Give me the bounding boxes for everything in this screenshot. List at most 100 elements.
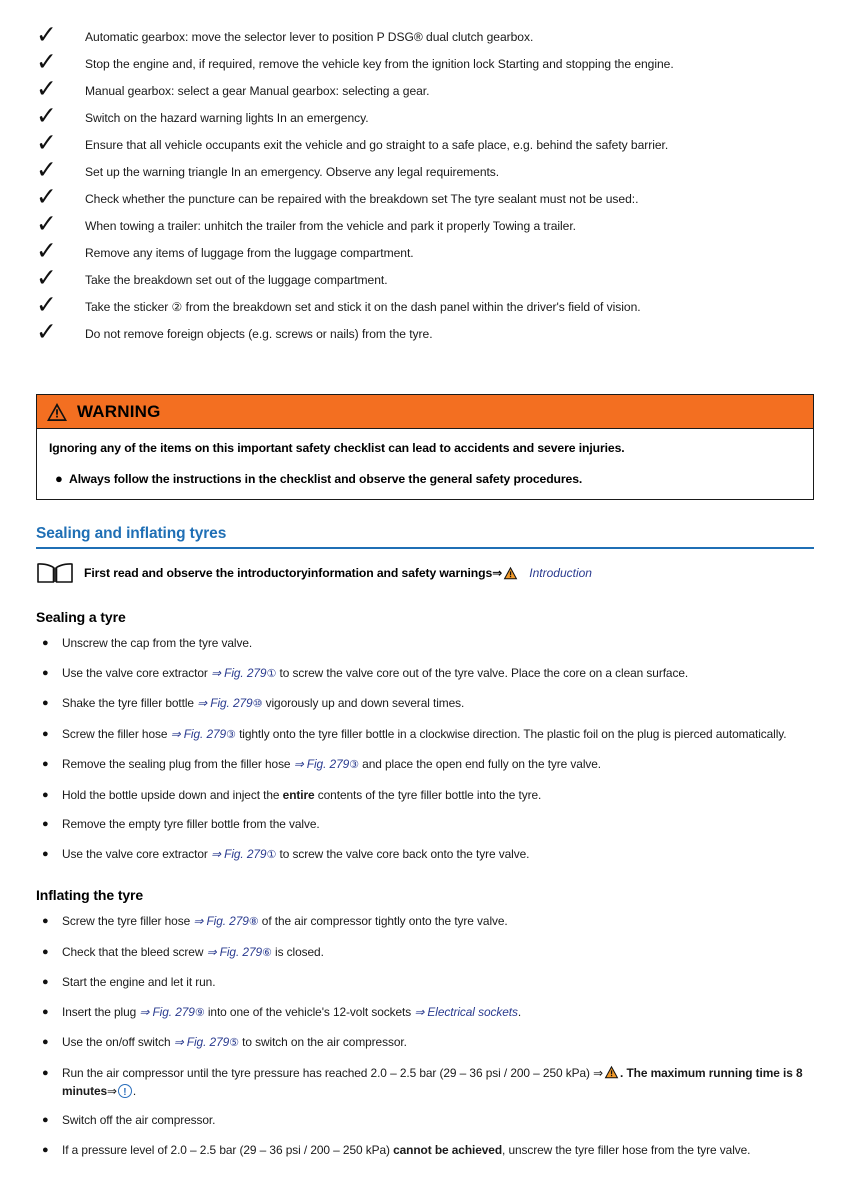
figure-reference[interactable]: ⇒ Fig. 279③: [294, 757, 359, 771]
checklist-item-text: Do not remove foreign objects (e.g. scre…: [85, 327, 433, 341]
warning-triangle-icon: [46, 402, 68, 422]
step-text-cont: of the air compressor tightly onto the t…: [258, 914, 508, 928]
list-item: ● If a pressure level of 2.0 – 2.5 bar (2…: [40, 1141, 815, 1159]
list-item: ● Use the valve core extractor ⇒ Fig. 279…: [40, 845, 815, 864]
checklist-item-text: Automatic gearbox: move the selector lev…: [85, 30, 534, 44]
list-item-text: Use the valve core extractor ⇒ Fig. 279①…: [62, 664, 815, 683]
list-item-text: Unscrew the cap from the tyre valve.: [62, 634, 815, 652]
bullet-marker: ●: [42, 1005, 49, 1018]
step-text-cont: into one of the vehicle's 12-volt socket…: [204, 1004, 415, 1019]
list-item-text: Use the valve core extractor ⇒ Fig. 279①…: [62, 845, 815, 864]
bullet-marker: ●: [42, 788, 49, 801]
list-item-text: If a pressure level of 2.0 – 2.5 bar (29…: [62, 1141, 815, 1159]
warning-box: WARNING Ignoring any of the items on thi…: [36, 394, 814, 500]
warning-body: Ignoring any of the items on this import…: [37, 429, 813, 499]
checklist-item-text: Remove any items of luggage from the lug…: [85, 246, 414, 260]
checklist-item: ✓ Automatic gearbox: move the selector le…: [36, 21, 816, 51]
list-item: ● Remove the empty tyre filler bottle fro…: [40, 815, 815, 833]
step-text-cont: to screw the valve core back onto the ty…: [276, 846, 530, 861]
bullet-marker: ●: [55, 471, 63, 486]
list-item: ● Screw the filler hose ⇒ Fig. 279③ tight…: [40, 725, 815, 744]
step-text-cont: tightly onto the tyre filler bottle in a…: [235, 726, 787, 741]
safety-checklist: ✓ Automatic gearbox: move the selector le…: [36, 21, 816, 348]
bullet-marker: ●: [42, 758, 49, 770]
figure-reference[interactable]: ⇒ Fig. 279①: [211, 666, 276, 680]
step-text: Start the engine and let it run.: [62, 975, 216, 989]
list-item-text: Insert the plug ⇒ Fig. 279⑨ into one of …: [62, 1003, 815, 1022]
warning-bullet-text: Always follow the instructions in the ch…: [69, 472, 583, 486]
checklist-item: ✓ Take the sticker ② from the breakdown s…: [36, 290, 816, 321]
list-item: ● Insert the plug ⇒ Fig. 279⑨ into one of…: [40, 1003, 815, 1022]
bullet-marker: ●: [42, 1114, 49, 1126]
emphasis-text: entire: [282, 787, 315, 802]
figure-reference[interactable]: ⇒ Fig. 279⑧: [193, 914, 258, 928]
inflating-steps-list: ● Screw the tyre filler hose ⇒ Fig. 279⑧ …: [40, 912, 815, 1170]
list-item-text: Switch off the air compressor.: [62, 1111, 815, 1129]
bullet-marker: ●: [42, 1036, 49, 1048]
list-item-text: Screw the filler hose ⇒ Fig. 279③ tightl…: [62, 725, 815, 744]
checklist-item-text: When towing a trailer: unhitch the trail…: [85, 219, 576, 233]
cross-reference-link[interactable]: ⇒ Electrical sockets: [414, 1005, 518, 1019]
checklist-item: ✓ Manual gearbox: select a gear Manual ge…: [36, 75, 816, 105]
warning-bullet-item: ● Always follow the instructions in the …: [49, 471, 801, 487]
figure-reference[interactable]: ⇒ Fig. 279⑥: [207, 945, 272, 959]
list-item: ● Remove the sealing plug from the filler…: [40, 755, 815, 774]
intro-note-text: First read and observe the introductoryi…: [84, 566, 493, 580]
checklist-item: ✓ Take the breakdown set out of the lugga…: [36, 263, 816, 294]
list-item: ● Run the air compressor until the tyre p…: [40, 1064, 815, 1102]
bullet-marker: ●: [42, 727, 49, 740]
step-text-cont: contents of the tyre filler bottle into …: [314, 787, 542, 802]
checklist-item-text: Take the breakdown set out of the luggag…: [85, 273, 388, 287]
list-item: ● Unscrew the cap from the tyre valve.: [40, 634, 815, 652]
list-item-text: Use the on/off switch ⇒ Fig. 279⑤ to swi…: [62, 1033, 815, 1052]
intro-note: First read and observe the introductoryi…: [36, 561, 592, 585]
intro-arrow: ⇒: [492, 566, 503, 580]
checklist-item-text: Switch on the hazard warning lights In a…: [85, 111, 369, 125]
bullet-marker: ●: [42, 945, 49, 958]
step-text: Shake the tyre filler bottle: [62, 696, 198, 710]
step-text-cont: is closed.: [271, 944, 324, 959]
open-book-icon: [36, 561, 74, 585]
checklist-item: ✓ Stop the engine and, if required, remov…: [36, 47, 816, 78]
section-rule: [36, 547, 814, 549]
check-mark-icon: ✓: [36, 47, 57, 76]
checklist-item: ✓ When towing a trailer: unhitch the trai…: [36, 209, 816, 240]
subheading-inflating-the-tyre: Inflating the tyre: [36, 887, 144, 903]
info-circle-icon: [117, 1083, 132, 1102]
warning-lead-text: Ignoring any of the items on this import…: [49, 441, 625, 455]
list-item: ● Switch off the air compressor.: [40, 1111, 815, 1129]
list-item-text: Hold the bottle upside down and inject t…: [62, 786, 815, 804]
figure-reference[interactable]: ⇒ Fig. 279③: [171, 727, 236, 741]
check-mark-icon: ✓: [36, 209, 57, 238]
figure-reference[interactable]: ⇒ Fig. 279⑨: [139, 1005, 204, 1019]
step-text: Use the valve core extractor: [62, 665, 212, 680]
list-item-text: Remove the sealing plug from the filler …: [62, 755, 815, 774]
figure-reference[interactable]: ⇒ Fig. 279①: [211, 847, 276, 861]
bullet-marker: ●: [42, 818, 49, 830]
figure-reference[interactable]: ⇒ Fig. 279⑩: [197, 696, 262, 710]
sealing-steps-list: ● Unscrew the cap from the tyre valve. ● Us…: [40, 634, 815, 875]
checklist-item-text: Take the sticker ② from the breakdown se…: [85, 300, 641, 314]
intro-note-link[interactable]: Introduction: [529, 566, 592, 580]
check-mark-icon: ✓: [36, 263, 57, 292]
list-item: ● Start the engine and let it run.: [40, 973, 815, 991]
step-text-tail: .: [132, 1083, 137, 1098]
checklist-item: ✓ Set up the warning triangle In an emerg…: [36, 155, 816, 186]
section-title: Sealing and inflating tyres: [36, 525, 227, 542]
step-text: Check that the bleed screw: [62, 944, 207, 959]
step-text-cont: , unscrew the tyre filler hose from the …: [502, 1142, 751, 1157]
check-mark-icon: ✓: [36, 128, 57, 157]
reference-arrow: ⇒: [107, 1083, 117, 1098]
step-text: Insert the plug: [62, 1004, 140, 1019]
checklist-item-text: Set up the warning triangle In an emerge…: [85, 165, 500, 179]
check-mark-icon: ✓: [36, 155, 57, 184]
step-text: Switch off the air compressor.: [62, 1113, 216, 1127]
checklist-item: ✓ Remove any items of luggage from the lu…: [36, 237, 816, 267]
step-text-cont: vigorously up and down several times.: [262, 696, 465, 710]
check-mark-icon: ✓: [36, 290, 57, 319]
list-item: ● Shake the tyre filler bottle ⇒ Fig. 279…: [40, 694, 815, 713]
checklist-item: ✓ Check whether the puncture can be repai…: [36, 183, 816, 213]
checklist-item: ✓ Do not remove foreign objects (e.g. scr…: [36, 318, 816, 348]
figure-reference[interactable]: ⇒ Fig. 279⑤: [174, 1035, 239, 1049]
list-item-text: Shake the tyre filler bottle ⇒ Fig. 279⑩…: [62, 694, 815, 713]
